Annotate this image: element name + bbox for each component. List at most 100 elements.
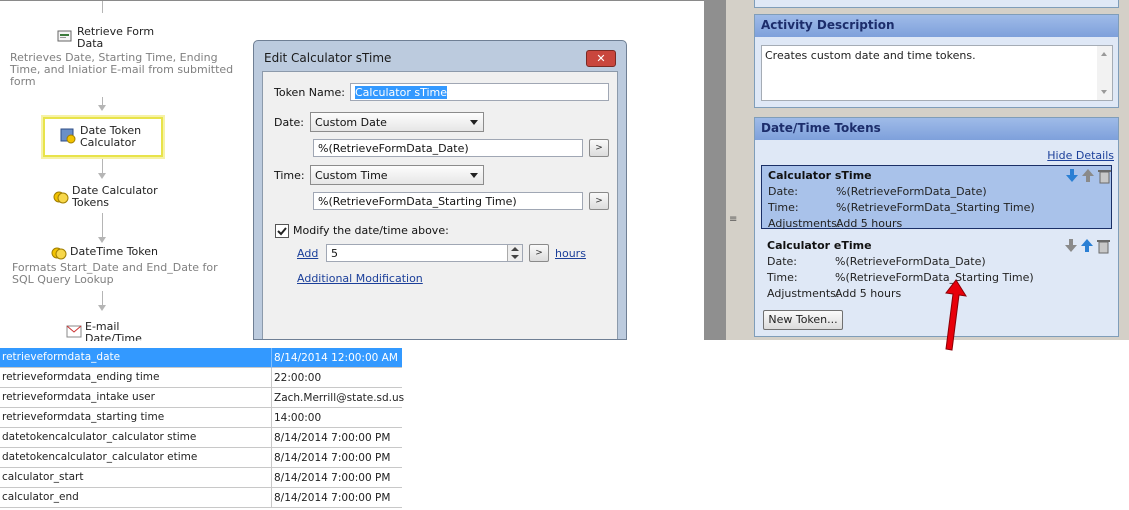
- token-name-value: Calculator sTime: [355, 86, 448, 99]
- table-cell-key: datetokencalculator_calculator etime: [2, 451, 198, 463]
- datetime-tokens-panel: Date/Time Tokens Hide Details Calculator…: [754, 117, 1119, 337]
- checkmark-icon: [277, 227, 287, 236]
- table-row[interactable]: retrieveformdata_starting time 14:00:00: [0, 408, 402, 428]
- token-date-label: Date:: [767, 255, 797, 268]
- token-date-value: %(RetrieveFormData_Date): [836, 185, 987, 198]
- token-name: Calculator sTime: [768, 169, 872, 182]
- time-select[interactable]: Custom Time: [310, 165, 484, 185]
- table-cell-key: datetokencalculator_calculator stime: [2, 431, 197, 443]
- activity-description-header: Activity Description: [755, 15, 1118, 37]
- time-select-value: Custom Time: [315, 169, 388, 182]
- date-select[interactable]: Custom Date: [310, 112, 484, 132]
- table-row[interactable]: retrieveformdata_intake user Zach.Merrill…: [0, 388, 405, 408]
- move-up-icon[interactable]: [1082, 169, 1094, 182]
- activity-description-textarea[interactable]: Creates custom date and time tokens.: [761, 45, 1113, 101]
- table-cell-value: 8/14/2014 12:00:00 AM: [274, 352, 398, 364]
- form-icon: [57, 29, 72, 43]
- token-item[interactable]: Calculator eTime Date: %(RetrieveFormDat…: [761, 236, 1112, 300]
- table-row[interactable]: retrieveformdata_date 8/14/2014 12:00:00 …: [0, 348, 402, 368]
- table-cell-key: retrieveformdata_ending time: [2, 371, 160, 383]
- add-link[interactable]: Add: [297, 247, 318, 260]
- date-browse-button[interactable]: >: [589, 139, 609, 157]
- chevron-down-icon: [470, 120, 478, 125]
- modify-label: Modify the date/time above:: [293, 224, 449, 237]
- table-cell-value: 8/14/2014 7:00:00 PM: [274, 452, 391, 464]
- datetime-token-description: Formats Start_Date and End_Date for SQL …: [12, 261, 218, 286]
- table-cell-key: calculator_end: [2, 491, 79, 503]
- token-item-selected[interactable]: Calculator sTime Date: %(RetrieveFormDat…: [761, 165, 1112, 230]
- additional-modification-link[interactable]: Additional Modification: [297, 272, 423, 285]
- move-down-icon[interactable]: [1065, 168, 1079, 184]
- email-icon: [66, 325, 82, 339]
- delete-icon[interactable]: [1097, 240, 1110, 254]
- column-divider: [271, 388, 272, 408]
- column-divider: [271, 408, 272, 428]
- token-time-value: %(RetrieveFormData_Starting Time): [835, 271, 1034, 284]
- table-cell-key: retrieveformdata_intake user: [2, 391, 155, 403]
- adjust-amount-input[interactable]: 5: [326, 244, 523, 262]
- modify-checkbox[interactable]: [275, 224, 289, 238]
- token-time-value: %(RetrieveFormData_Starting Time): [836, 201, 1035, 214]
- datetime-token-node[interactable]: DateTime Token: [70, 246, 158, 258]
- date-calculator-tokens-node[interactable]: Date Calculator Tokens: [72, 185, 158, 209]
- date-token-calculator-label: Date Token Calculator: [80, 124, 142, 149]
- token-actions: [1065, 168, 1111, 184]
- annotation-arrow-icon: [945, 279, 967, 351]
- retrieve-form-node[interactable]: Retrieve Form Data: [77, 26, 154, 50]
- date-label: Date:: [274, 116, 304, 129]
- token-adjustments-value: Add 5 hours: [836, 217, 903, 230]
- table-cell-value: Zach.Merrill@state.sd.us: [274, 392, 405, 404]
- token-time-label: Time:: [768, 201, 799, 214]
- move-up-icon[interactable]: [1081, 239, 1093, 252]
- edit-calculator-dialog: Edit Calculator sTime ✕ Token Name: Calc…: [253, 40, 627, 340]
- date-token-input[interactable]: %(RetrieveFormData_Date): [313, 139, 583, 157]
- column-divider: [271, 488, 272, 508]
- activity-description-panel: Activity Description Creates custom date…: [754, 14, 1119, 108]
- scrollbar[interactable]: [1097, 46, 1112, 100]
- table-cell-key: calculator_start: [2, 471, 84, 483]
- unit-browse-button[interactable]: >: [529, 244, 549, 262]
- column-divider: [271, 448, 272, 468]
- token-name-label: Token Name:: [274, 86, 345, 99]
- table-cell-value: 8/14/2014 7:00:00 PM: [274, 432, 391, 444]
- time-token-input[interactable]: %(RetrieveFormData_Starting Time): [313, 192, 583, 210]
- table-row[interactable]: calculator_end 8/14/2014 7:00:00 PM: [0, 488, 402, 508]
- time-browse-button[interactable]: >: [589, 192, 609, 210]
- email-node[interactable]: E-mail Date/Time: [85, 321, 142, 341]
- token-coin-icon: [51, 246, 67, 260]
- calculator-icon: [60, 128, 76, 144]
- token-date-label: Date:: [768, 185, 798, 198]
- scroll-arrows-icon: [1101, 52, 1107, 94]
- hide-details-link[interactable]: Hide Details: [1047, 149, 1114, 162]
- spinner-arrows-icon: [511, 247, 519, 259]
- new-token-button[interactable]: New Token...: [763, 310, 843, 330]
- table-cell-key: retrieveformdata_starting time: [2, 411, 165, 423]
- hours-link[interactable]: hours: [555, 247, 586, 260]
- token-name: Calculator eTime: [767, 239, 872, 252]
- dialog-title: Edit Calculator sTime: [264, 51, 392, 65]
- table-row[interactable]: calculator_start 8/14/2014 7:00:00 PM: [0, 468, 402, 488]
- table-row[interactable]: retrieveformdata_ending time 22:00:00: [0, 368, 402, 388]
- token-date-value: %(RetrieveFormData_Date): [835, 255, 986, 268]
- table-row[interactable]: datetokencalculator_calculator etime 8/14…: [0, 448, 402, 468]
- column-divider: [271, 428, 272, 448]
- token-name-input[interactable]: Calculator sTime: [350, 83, 609, 101]
- delete-icon[interactable]: [1098, 170, 1111, 184]
- chevron-down-icon: [470, 173, 478, 178]
- splitter-grip-icon[interactable]: ≡: [729, 214, 737, 225]
- datetime-tokens-header: Date/Time Tokens: [755, 118, 1118, 140]
- properties-pane: Activity Description Creates custom date…: [744, 0, 1129, 351]
- time-label: Time:: [274, 169, 305, 182]
- pane-splitter-shadow: [704, 0, 726, 340]
- close-button[interactable]: ✕: [586, 50, 616, 67]
- token-coin-icon: [53, 190, 69, 204]
- move-down-icon[interactable]: [1065, 239, 1077, 252]
- table-row[interactable]: datetokencalculator_calculator stime 8/14…: [0, 428, 402, 448]
- token-adjustments-label: Adjustments:: [768, 217, 841, 230]
- table-cell-value: 14:00:00: [274, 412, 322, 424]
- table-cell-value: 8/14/2014 7:00:00 PM: [274, 472, 391, 484]
- amount-spinner[interactable]: [507, 245, 522, 261]
- table-cell-key: retrieveformdata_date: [2, 351, 121, 363]
- token-adjustments-value: Add 5 hours: [835, 287, 902, 300]
- token-adjustments-label: Adjustments:: [767, 287, 840, 300]
